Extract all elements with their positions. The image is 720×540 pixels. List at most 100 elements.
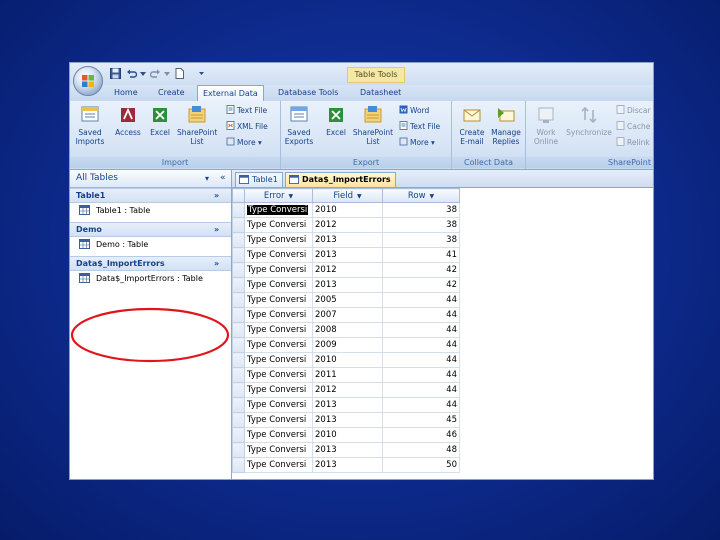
cell-field[interactable]: 2010 xyxy=(312,202,383,218)
cell-row[interactable]: 50 xyxy=(382,457,460,473)
cell-row[interactable]: 44 xyxy=(382,352,460,368)
cell-field[interactable]: 2013 xyxy=(312,412,383,428)
table-row[interactable]: Type Conversi 2008 44 xyxy=(232,322,460,338)
cell-error[interactable]: Type Conversi xyxy=(244,202,313,218)
manage-replies-button[interactable]: Manage Replies xyxy=(488,104,524,146)
shutter-bar-collapse-icon[interactable]: « xyxy=(214,170,226,187)
select-all-corner[interactable] xyxy=(232,188,245,203)
cell-field[interactable]: 2013 xyxy=(312,457,383,473)
cell-row[interactable]: 44 xyxy=(382,397,460,413)
cell-error[interactable]: Type Conversi xyxy=(244,247,313,263)
cache-list-data-button[interactable]: Cache xyxy=(616,121,650,133)
export-excel-button[interactable]: Excel xyxy=(318,104,354,137)
table-row[interactable]: Type Conversi 2013 45 xyxy=(232,412,460,428)
table-row[interactable]: Type Conversi 2010 38 xyxy=(232,202,460,218)
saved-exports-button[interactable]: Saved Exports xyxy=(281,104,317,146)
table-row[interactable]: Type Conversi 2013 44 xyxy=(232,397,460,413)
new-document-icon[interactable] xyxy=(174,68,185,79)
cell-row[interactable]: 44 xyxy=(382,367,460,383)
tab-database-tools[interactable]: Database Tools xyxy=(278,88,338,97)
cell-row[interactable]: 38 xyxy=(382,232,460,248)
record-selector[interactable] xyxy=(232,412,245,428)
cell-error[interactable]: Type Conversi xyxy=(244,397,313,413)
doc-tab-import-errors[interactable]: Data$_ImportErrors xyxy=(285,172,396,187)
group-collapse-chevron-icon[interactable]: » xyxy=(208,189,219,202)
cell-row[interactable]: 38 xyxy=(382,217,460,233)
cell-field[interactable]: 2013 xyxy=(312,232,383,248)
cell-field[interactable]: 2009 xyxy=(312,337,383,353)
relink-lists-button[interactable]: Relink xyxy=(616,137,650,149)
export-more-button[interactable]: More ▾ xyxy=(399,137,435,149)
record-selector[interactable] xyxy=(232,442,245,458)
table-row[interactable]: Type Conversi 2013 38 xyxy=(232,232,460,248)
cell-error[interactable]: Type Conversi xyxy=(244,457,313,473)
cell-error[interactable]: Type Conversi xyxy=(244,277,313,293)
cell-field[interactable]: 2010 xyxy=(312,427,383,443)
cell-error[interactable]: Type Conversi xyxy=(244,262,313,278)
undo-icon[interactable] xyxy=(126,68,137,79)
nav-item-table1[interactable]: Table1 : Table xyxy=(79,204,150,218)
nav-item-demo[interactable]: Demo : Table xyxy=(79,238,148,252)
cell-field[interactable]: 2012 xyxy=(312,217,383,233)
cell-error[interactable]: Type Conversi xyxy=(244,217,313,233)
cell-field[interactable]: 2010 xyxy=(312,352,383,368)
table-row[interactable]: Type Conversi 2012 38 xyxy=(232,217,460,233)
tab-external-data[interactable]: External Data xyxy=(197,85,264,102)
nav-group-table1[interactable]: Table1 » xyxy=(70,188,231,203)
cell-field[interactable]: 2013 xyxy=(312,277,383,293)
nav-item-import-errors[interactable]: Data$_ImportErrors : Table xyxy=(79,272,203,286)
table-row[interactable]: Type Conversi 2013 41 xyxy=(232,247,460,263)
table-row[interactable]: Type Conversi 2009 44 xyxy=(232,337,460,353)
cell-field[interactable]: 2005 xyxy=(312,292,383,308)
undo-dropdown-icon[interactable] xyxy=(138,68,149,79)
create-email-button[interactable]: Create E-mail xyxy=(454,104,490,146)
cell-row[interactable]: 42 xyxy=(382,262,460,278)
cell-field[interactable]: 2011 xyxy=(312,367,383,383)
work-online-button[interactable]: Work Online xyxy=(528,104,564,146)
record-selector[interactable] xyxy=(232,262,245,278)
record-selector[interactable] xyxy=(232,427,245,443)
nav-menu-dropdown-icon[interactable]: ▾ xyxy=(199,170,209,187)
export-text-file-button[interactable]: Text File xyxy=(399,121,440,133)
group-collapse-chevron-icon[interactable]: » xyxy=(208,223,219,236)
cell-error[interactable]: Type Conversi xyxy=(244,442,313,458)
table-row[interactable]: Type Conversi 2013 48 xyxy=(232,442,460,458)
column-dropdown-icon[interactable]: ▼ xyxy=(357,193,362,200)
group-collapse-chevron-icon[interactable]: » xyxy=(208,257,219,270)
record-selector[interactable] xyxy=(232,217,245,233)
cell-error[interactable]: Type Conversi xyxy=(244,292,313,308)
nav-group-import-errors[interactable]: Data$_ImportErrors » xyxy=(70,256,231,271)
record-selector[interactable] xyxy=(232,322,245,338)
cell-error[interactable]: Type Conversi xyxy=(244,412,313,428)
cell-error[interactable]: Type Conversi xyxy=(244,367,313,383)
cell-row[interactable]: 38 xyxy=(382,202,460,218)
table-row[interactable]: Type Conversi 2013 42 xyxy=(232,277,460,293)
column-header-row[interactable]: Row ▼ xyxy=(382,188,460,203)
record-selector[interactable] xyxy=(232,337,245,353)
nav-pane-header[interactable]: All Tables ▾ « xyxy=(70,170,231,188)
cell-error[interactable]: Type Conversi xyxy=(244,307,313,323)
cell-row[interactable]: 48 xyxy=(382,442,460,458)
cell-row[interactable]: 41 xyxy=(382,247,460,263)
column-header-error[interactable]: Error ▼ xyxy=(244,188,313,203)
cell-error[interactable]: Type Conversi xyxy=(244,337,313,353)
customize-dropdown-icon[interactable] xyxy=(196,68,207,79)
cell-error[interactable]: Type Conversi xyxy=(244,427,313,443)
import-more-button[interactable]: More ▾ xyxy=(226,137,262,149)
import-excel-button[interactable]: Excel xyxy=(142,104,178,137)
cell-row[interactable]: 45 xyxy=(382,412,460,428)
record-selector[interactable] xyxy=(232,457,245,473)
nav-group-demo[interactable]: Demo » xyxy=(70,222,231,237)
column-dropdown-icon[interactable]: ▼ xyxy=(289,193,294,200)
table-row[interactable]: Type Conversi 2012 44 xyxy=(232,382,460,398)
cell-error[interactable]: Type Conversi xyxy=(244,382,313,398)
save-icon[interactable] xyxy=(110,68,121,79)
tab-datasheet[interactable]: Datasheet xyxy=(360,88,401,97)
export-sharepoint-list-button[interactable]: SharePoint List xyxy=(352,104,394,146)
doc-tab-table1[interactable]: Table1 xyxy=(235,172,283,187)
redo-dropdown-icon[interactable] xyxy=(162,68,173,79)
cell-row[interactable]: 42 xyxy=(382,277,460,293)
discard-changes-button[interactable]: Discar xyxy=(616,105,651,117)
record-selector[interactable] xyxy=(232,247,245,263)
cell-field[interactable]: 2013 xyxy=(312,442,383,458)
